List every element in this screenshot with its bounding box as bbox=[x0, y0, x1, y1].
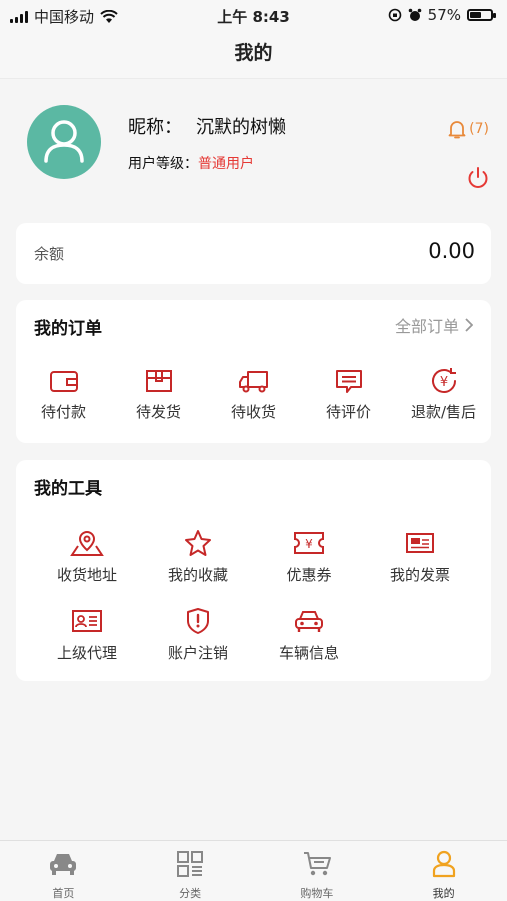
profile-section: 昵称： 沉默的树懒 用户等级：普通用户 (7) bbox=[0, 79, 507, 219]
tool-favorites[interactable]: 我的收藏 bbox=[143, 528, 253, 585]
wallet-icon bbox=[49, 371, 78, 392]
notification-button[interactable]: (7) bbox=[448, 119, 489, 139]
tool-invoices[interactable]: 我的发票 bbox=[365, 528, 475, 585]
order-item-label: 退款/售后 bbox=[410, 403, 477, 421]
tools-title: 我的工具 bbox=[34, 479, 102, 499]
level-label: 用户等级： bbox=[128, 156, 198, 172]
order-item-label: 待付款 bbox=[40, 403, 86, 421]
car-icon bbox=[295, 611, 323, 632]
tool-item-label: 收货地址 bbox=[56, 566, 117, 584]
battery-percent: 57% bbox=[427, 6, 461, 24]
refund-icon: ¥ bbox=[431, 368, 456, 393]
box-icon bbox=[145, 370, 172, 392]
tools-card: 我的工具 收货地址 我的收藏 ¥ 优惠券 我的发票 上级代理 账户注销 车辆信息 bbox=[16, 460, 491, 681]
order-item-label: 待收货 bbox=[230, 403, 276, 421]
level-value: 普通用户 bbox=[198, 156, 254, 172]
order-pending-receipt[interactable]: 待收货 bbox=[206, 365, 301, 422]
tab-label: 分类 bbox=[179, 887, 202, 900]
order-item-label: 待发货 bbox=[135, 403, 181, 421]
cart-icon bbox=[303, 852, 331, 876]
balance-card[interactable]: 余额 0.00 bbox=[16, 223, 491, 284]
nickname-value: 沉默的树懒 bbox=[196, 117, 286, 138]
tab-category[interactable]: 分类 bbox=[127, 841, 254, 901]
logout-button[interactable] bbox=[465, 165, 491, 195]
tab-cart[interactable]: 购物车 bbox=[254, 841, 381, 901]
balance-label: 余额 bbox=[34, 245, 65, 263]
tool-shipping-address[interactable]: 收货地址 bbox=[32, 528, 142, 585]
order-item-label: 待评价 bbox=[325, 403, 371, 421]
battery-icon bbox=[467, 9, 496, 21]
balance-value: 0.00 bbox=[428, 239, 475, 263]
user-icon bbox=[432, 850, 455, 878]
notification-count: (7) bbox=[469, 121, 489, 137]
tab-mine[interactable]: 我的 bbox=[380, 841, 507, 901]
tab-label: 我的 bbox=[432, 887, 455, 900]
comment-icon bbox=[335, 370, 362, 393]
tab-label: 购物车 bbox=[300, 887, 334, 900]
bell-icon bbox=[448, 121, 466, 139]
orders-grid: 待付款 待发货 待收货 待评价 ¥ 退款/售后 bbox=[16, 365, 491, 422]
svg-text:¥: ¥ bbox=[305, 537, 313, 551]
tool-item-label: 上级代理 bbox=[56, 644, 117, 662]
chevron-right-icon bbox=[465, 318, 473, 332]
tool-item-label: 我的发票 bbox=[389, 566, 450, 584]
order-pending-review[interactable]: 待评价 bbox=[301, 365, 396, 422]
star-icon bbox=[185, 530, 211, 556]
all-orders-label: 全部订单 bbox=[394, 317, 459, 336]
id-card-icon bbox=[72, 610, 102, 632]
tab-home[interactable]: 首页 bbox=[0, 841, 127, 901]
coupon-icon: ¥ bbox=[294, 532, 324, 554]
level-row: 用户等级：普通用户 bbox=[128, 153, 254, 173]
tool-agent[interactable]: 上级代理 bbox=[32, 606, 142, 663]
grid-icon bbox=[177, 851, 204, 877]
location-icon bbox=[70, 530, 104, 556]
tool-item-label: 优惠券 bbox=[286, 566, 332, 584]
avatar-user-icon bbox=[44, 120, 84, 163]
tool-item-label: 账户注销 bbox=[167, 644, 228, 662]
tool-vehicle-info[interactable]: 车辆信息 bbox=[254, 606, 364, 663]
tool-coupons[interactable]: ¥ 优惠券 bbox=[254, 528, 364, 585]
orders-title: 我的订单 bbox=[34, 319, 102, 339]
power-icon bbox=[468, 167, 488, 188]
alarm-icon bbox=[408, 8, 421, 21]
order-pending-payment[interactable]: 待付款 bbox=[16, 365, 111, 422]
orders-card: 我的订单 全部订单 待付款 待发货 待收货 待评价 ¥ 退款/售后 bbox=[16, 300, 491, 443]
tool-item-label: 车辆信息 bbox=[278, 644, 339, 662]
tab-bar: 首页 分类 购物车 我的 bbox=[0, 840, 507, 901]
truck-icon bbox=[238, 371, 268, 393]
status-right: 57% bbox=[388, 6, 496, 24]
tool-item-label: 我的收藏 bbox=[167, 566, 228, 584]
status-bar: 中国移动 上午 8:43 57% bbox=[0, 0, 507, 30]
order-refund[interactable]: ¥ 退款/售后 bbox=[396, 365, 491, 422]
car-home-icon bbox=[50, 854, 77, 875]
avatar[interactable] bbox=[27, 105, 101, 179]
all-orders-link[interactable]: 全部订单 bbox=[395, 313, 473, 337]
tool-account-cancel[interactable]: 账户注销 bbox=[143, 606, 253, 663]
page-title: 我的 bbox=[0, 30, 507, 79]
svg-text:¥: ¥ bbox=[439, 375, 447, 390]
lock-rotation-icon bbox=[388, 8, 401, 22]
order-pending-shipment[interactable]: 待发货 bbox=[111, 365, 206, 422]
tab-label: 首页 bbox=[52, 887, 75, 900]
nickname-label: 昵称： bbox=[128, 117, 182, 138]
nickname-row: 昵称： 沉默的树懒 bbox=[128, 113, 286, 139]
shield-alert-icon bbox=[187, 608, 209, 634]
invoice-icon bbox=[406, 533, 434, 553]
